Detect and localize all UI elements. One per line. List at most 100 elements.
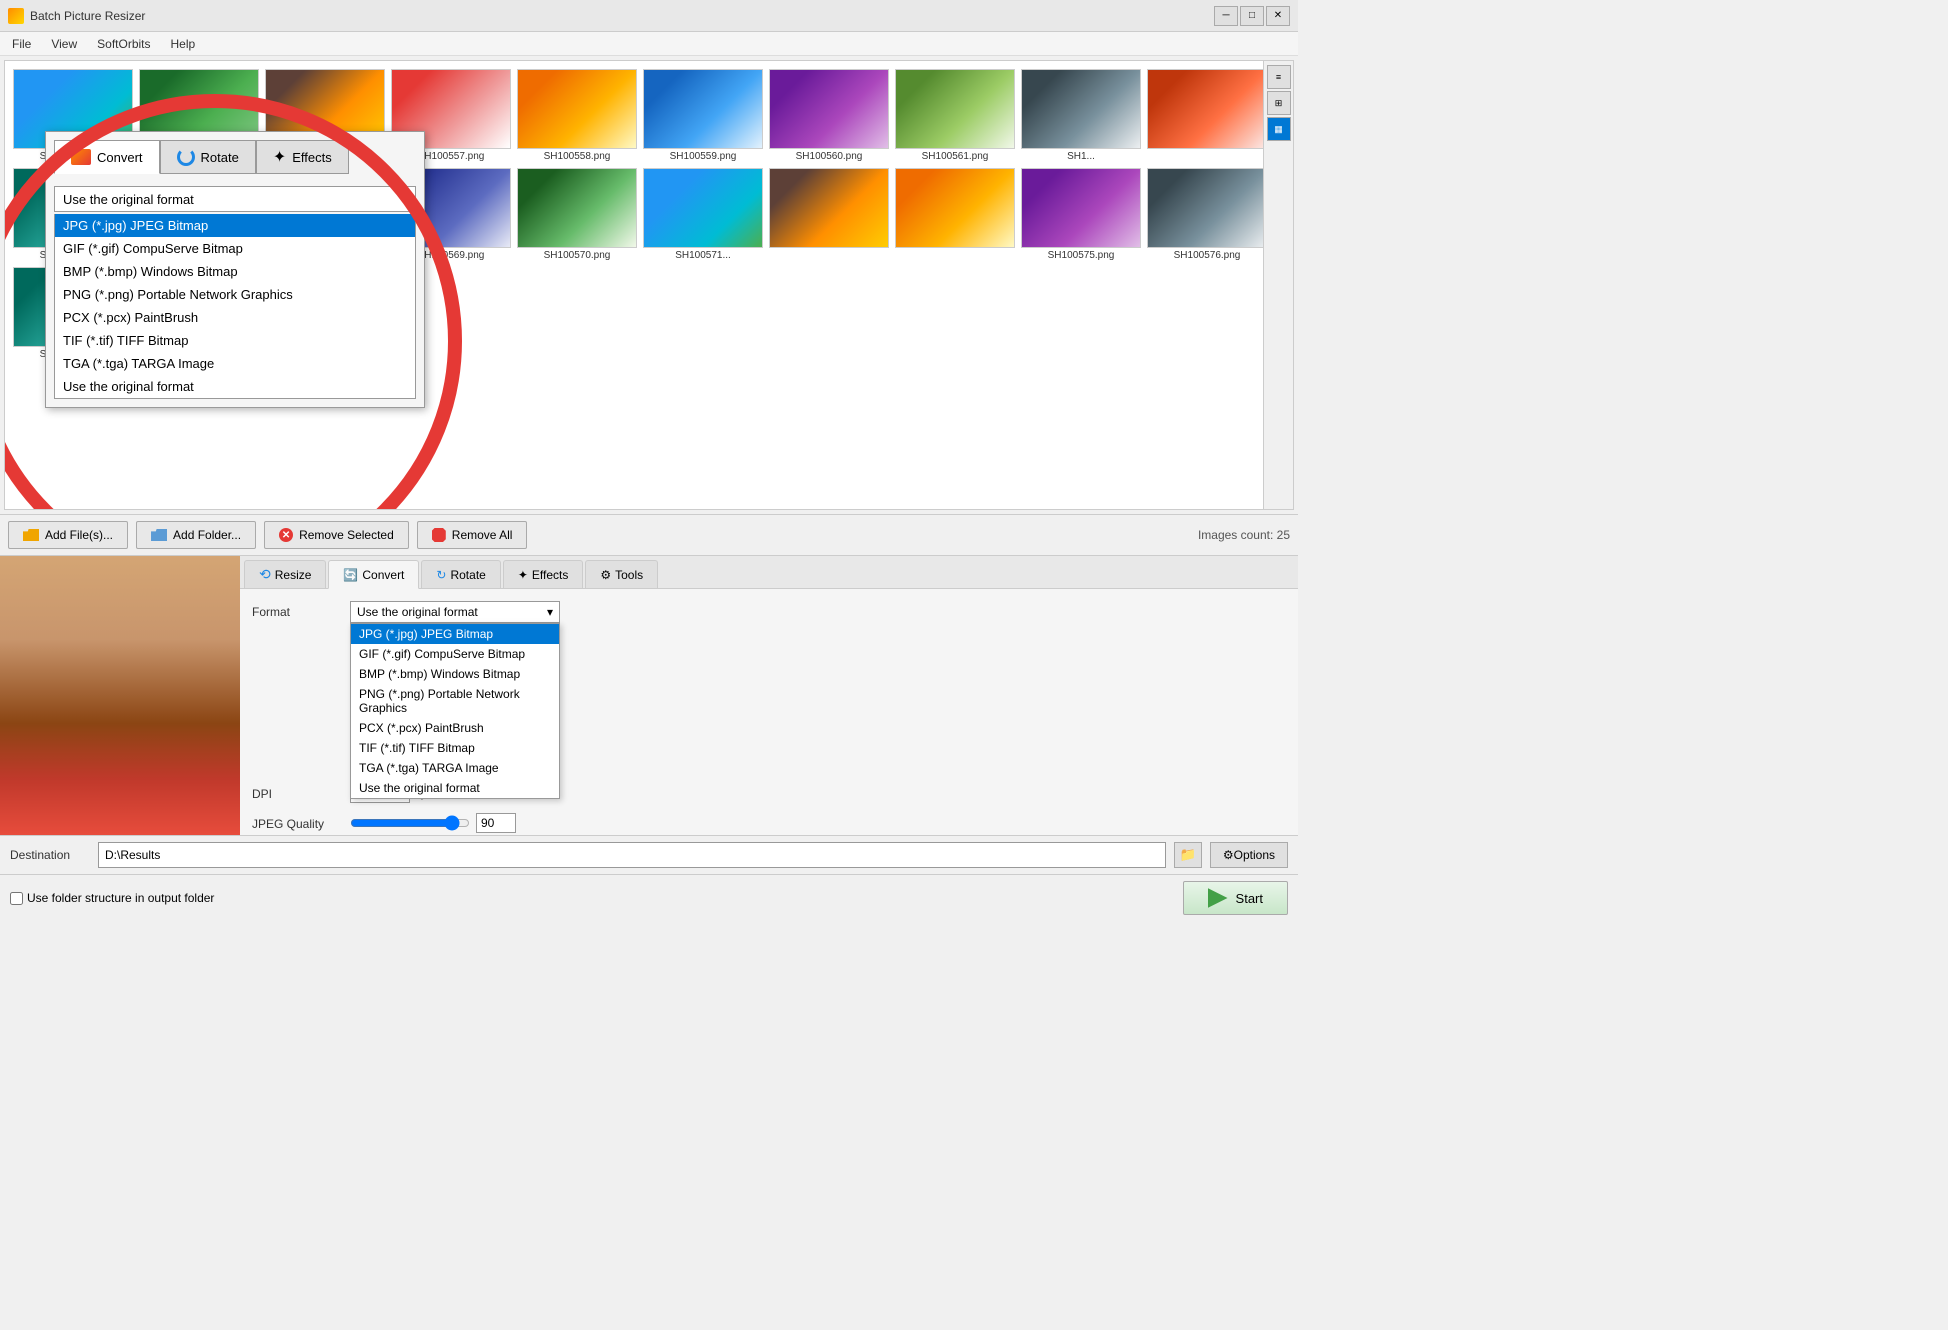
bottom-toolbar: Add File(s)... Add Folder... ✕ Remove Se… xyxy=(0,514,1298,555)
remove-all-button[interactable]: Remove All xyxy=(417,521,528,549)
popup-dropdown-header[interactable]: Use the original format ▾ xyxy=(54,186,416,212)
remove-selected-button[interactable]: ✕ Remove Selected xyxy=(264,521,409,549)
close-button[interactable]: ✕ xyxy=(1266,6,1290,26)
popup-tab-effects-label: Effects xyxy=(292,150,332,165)
sidebar-view-btn-1[interactable]: ≡ xyxy=(1267,65,1291,89)
list-item[interactable]: SH100570.png xyxy=(517,168,637,261)
format-dropdown-chevron: ▾ xyxy=(547,605,553,619)
popup-dropdown-item-gif[interactable]: GIF (*.gif) CompuServe Bitmap xyxy=(55,237,415,260)
settings-tab-resize[interactable]: ⟲ Resize xyxy=(244,560,326,588)
folder-structure-label: Use folder structure in output folder xyxy=(27,891,214,905)
format-control: Use the original format ▾ JPG (*.jpg) JP… xyxy=(350,601,1286,623)
title-bar: Batch Picture Resizer ─ □ ✕ xyxy=(0,0,1298,32)
settings-tab-convert[interactable]: 🔄 Convert xyxy=(328,560,419,589)
popup-overlay: Convert Rotate ✦ Effects Use the origina… xyxy=(35,111,425,408)
settings-content: Format Use the original format ▾ JPG (*.… xyxy=(240,589,1298,835)
list-item[interactable]: SH100561.png xyxy=(895,69,1015,162)
format-item-original[interactable]: Use the original format xyxy=(351,778,559,798)
convert-tab-icon: 🔄 xyxy=(343,568,358,582)
quality-row: JPEG Quality xyxy=(252,813,1286,833)
image-name: SH100558.png xyxy=(517,151,637,162)
folder-browse-icon: 📁 xyxy=(1180,847,1197,863)
folder2-icon xyxy=(151,529,167,541)
remove-all-icon xyxy=(432,528,446,542)
add-folder-button[interactable]: Add Folder... xyxy=(136,521,256,549)
add-file-button[interactable]: Add File(s)... xyxy=(8,521,128,549)
image-name: SH100571... xyxy=(643,250,763,261)
list-item[interactable] xyxy=(895,168,1015,261)
format-dropdown-header[interactable]: Use the original format ▾ xyxy=(350,601,560,623)
quality-slider[interactable] xyxy=(350,815,470,831)
minimize-button[interactable]: ─ xyxy=(1214,6,1238,26)
effects-icon: ✦ xyxy=(273,147,286,167)
destination-browse-button[interactable]: 📁 xyxy=(1174,842,1202,868)
restore-button[interactable]: □ xyxy=(1240,6,1264,26)
settings-tab-tools-label: Tools xyxy=(615,568,643,582)
list-item[interactable]: SH100558.png xyxy=(517,69,637,162)
start-button[interactable]: Start xyxy=(1183,881,1288,915)
popup-tab-convert[interactable]: Convert xyxy=(54,140,160,174)
folder-structure-checkbox[interactable] xyxy=(10,892,23,905)
quality-value[interactable] xyxy=(476,813,516,833)
list-item[interactable]: SH100576.png xyxy=(1147,168,1267,261)
start-icon xyxy=(1208,888,1228,908)
popup-dropdown-item-png[interactable]: PNG (*.png) Portable Network Graphics xyxy=(55,283,415,306)
format-item-jpg[interactable]: JPG (*.jpg) JPEG Bitmap xyxy=(351,624,559,644)
settings-tab-convert-label: Convert xyxy=(362,568,404,582)
popup-dropdown-item-tif[interactable]: TIF (*.tif) TIFF Bitmap xyxy=(55,329,415,352)
options-button[interactable]: ⚙ Options xyxy=(1210,842,1288,868)
list-item[interactable] xyxy=(769,168,889,261)
menu-file[interactable]: File xyxy=(8,35,35,53)
popup-dropdown-item-bmp[interactable]: BMP (*.bmp) Windows Bitmap xyxy=(55,260,415,283)
start-label: Start xyxy=(1236,891,1263,906)
format-item-bmp[interactable]: BMP (*.bmp) Windows Bitmap xyxy=(351,664,559,684)
gallery-wrapper: SH100553.png SH100557.png SH100558.png S… xyxy=(4,60,1294,510)
popup-tab-effects[interactable]: ✦ Effects xyxy=(256,140,349,174)
menu-softorbits[interactable]: SoftOrbits xyxy=(93,35,154,53)
menu-help[interactable]: Help xyxy=(167,35,200,53)
settings-tab-tools[interactable]: ⚙ Tools xyxy=(585,560,658,588)
menu-view[interactable]: View xyxy=(47,35,81,53)
resize-icon: ⟲ xyxy=(259,566,271,583)
popup-dropdown-chevron: ▾ xyxy=(400,191,407,207)
list-item[interactable]: SH1... xyxy=(1021,69,1141,162)
popup-tab-rotate[interactable]: Rotate xyxy=(160,140,256,174)
add-folder-label: Add Folder... xyxy=(173,528,241,542)
popup-dropdown-item-pcx[interactable]: PCX (*.pcx) PaintBrush xyxy=(55,306,415,329)
list-item[interactable]: SH100571... xyxy=(643,168,763,261)
popup-dropdown-item-original[interactable]: Use the original format xyxy=(55,375,415,398)
convert-panel: Convert Rotate ✦ Effects Use the origina… xyxy=(45,131,425,408)
format-dropdown-list: JPG (*.jpg) JPEG Bitmap GIF (*.gif) Comp… xyxy=(350,623,560,799)
add-file-label: Add File(s)... xyxy=(45,528,113,542)
list-item[interactable]: SH100575.png xyxy=(1021,168,1141,261)
destination-input[interactable] xyxy=(98,842,1166,868)
popup-dropdown-list: JPG (*.jpg) JPEG Bitmap GIF (*.gif) Comp… xyxy=(54,214,416,399)
options-label: Options xyxy=(1234,848,1275,862)
rotate-tab-icon: ↻ xyxy=(436,568,446,582)
format-item-tif[interactable]: TIF (*.tif) TIFF Bitmap xyxy=(351,738,559,758)
format-item-gif[interactable]: GIF (*.gif) CompuServe Bitmap xyxy=(351,644,559,664)
convert-icon xyxy=(71,149,91,165)
format-item-pcx[interactable]: PCX (*.pcx) PaintBrush xyxy=(351,718,559,738)
image-name: SH100575.png xyxy=(1021,250,1141,261)
format-item-png[interactable]: PNG (*.png) Portable Network Graphics xyxy=(351,684,559,718)
rotate-icon xyxy=(177,148,195,166)
sidebar-view-btn-2[interactable]: ⊞ xyxy=(1267,91,1291,115)
destination-bar: Destination 📁 ⚙ Options xyxy=(0,835,1298,874)
list-item[interactable]: SH100560.png xyxy=(769,69,889,162)
list-item[interactable]: SH100559.png xyxy=(643,69,763,162)
format-item-tga[interactable]: TGA (*.tga) TARGA Image xyxy=(351,758,559,778)
sidebar-view-btn-3[interactable]: ▦ xyxy=(1267,117,1291,141)
popup-dropdown-item-jpg[interactable]: JPG (*.jpg) JPEG Bitmap xyxy=(55,214,415,237)
settings-tab-rotate-label: Rotate xyxy=(450,568,485,582)
right-sidebar: ≡ ⊞ ▦ xyxy=(1263,61,1293,509)
image-name: SH100561.png xyxy=(895,151,1015,162)
format-dropdown-header-text: Use the original format xyxy=(357,605,478,619)
list-item[interactable] xyxy=(1147,69,1267,162)
settings-tab-bar: ⟲ Resize 🔄 Convert ↻ Rotate ✦ Effects ⚙ … xyxy=(240,556,1298,589)
image-name: SH100576.png xyxy=(1147,250,1267,261)
settings-tab-rotate[interactable]: ↻ Rotate xyxy=(421,560,500,588)
settings-tab-effects[interactable]: ✦ Effects xyxy=(503,560,584,588)
folder-structure-row: Use folder structure in output folder xyxy=(10,891,214,905)
popup-dropdown-item-tga[interactable]: TGA (*.tga) TARGA Image xyxy=(55,352,415,375)
